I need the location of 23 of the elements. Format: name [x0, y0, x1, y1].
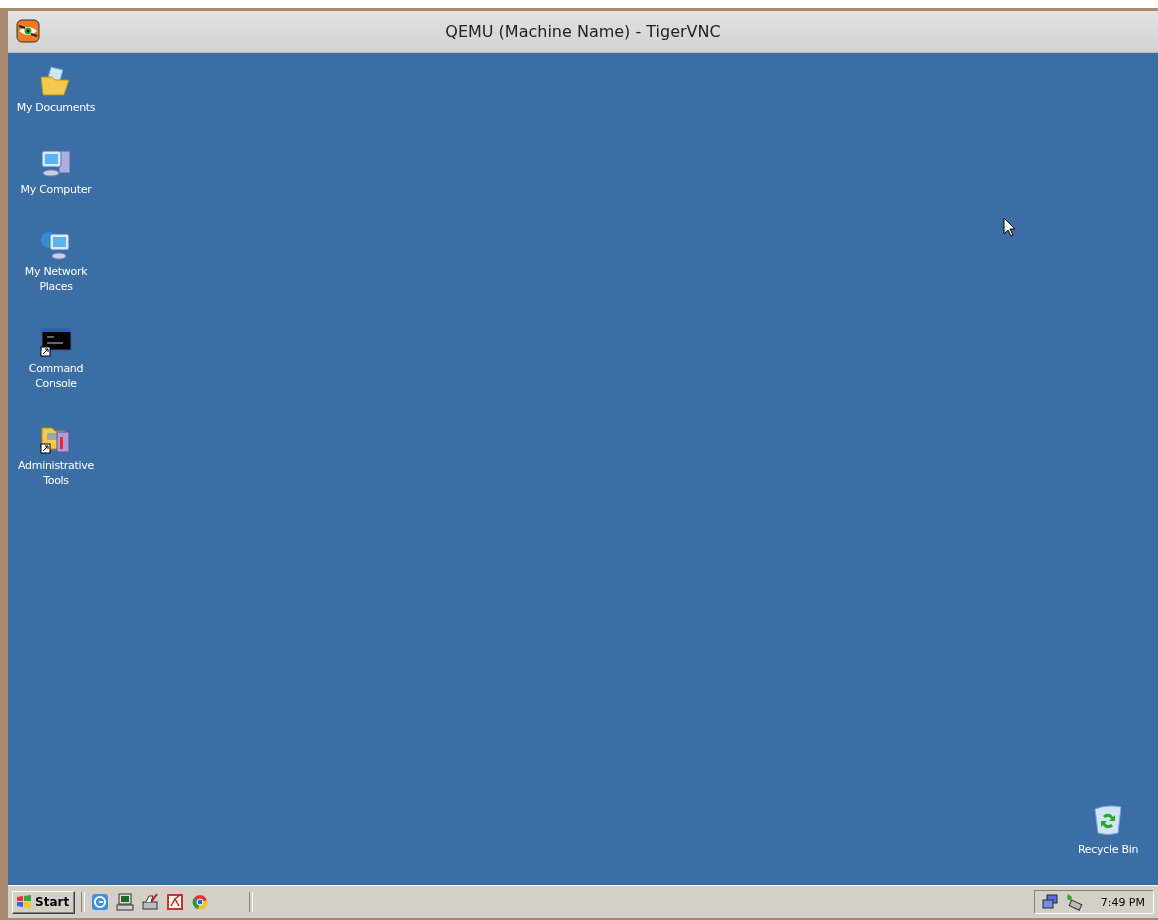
folder-icon — [39, 65, 73, 97]
icon-label[interactable]: Recycle Bin — [1077, 842, 1139, 857]
clock[interactable]: 7:49 PM — [1100, 895, 1145, 909]
computer-icon[interactable] — [116, 893, 135, 911]
pdf-icon[interactable] — [166, 893, 185, 911]
icon-label[interactable]: My Network Places — [12, 264, 100, 294]
start-button[interactable]: Start — [12, 890, 76, 914]
windows-logo-icon — [16, 895, 32, 909]
computer-icon — [39, 147, 73, 179]
tiger-eye-logo-icon — [16, 19, 40, 43]
icon-label[interactable]: My Documents — [16, 100, 96, 115]
network-icon[interactable] — [1040, 893, 1059, 911]
hardware-icon[interactable] — [1064, 893, 1083, 911]
chrome-icon[interactable] — [191, 893, 210, 911]
window-title: QEMU (Machine Name) - TigerVNC — [445, 22, 721, 41]
console-icon — [39, 326, 73, 358]
printer-icon[interactable] — [141, 893, 160, 911]
icon-label[interactable]: Administrative Tools — [12, 458, 100, 488]
browser-icon[interactable] — [91, 893, 110, 911]
network-icon — [39, 229, 73, 261]
icon-label[interactable]: Command Console — [12, 361, 100, 391]
icon-label[interactable]: My Computer — [20, 182, 92, 197]
mouse-pointer-icon — [1003, 217, 1016, 237]
